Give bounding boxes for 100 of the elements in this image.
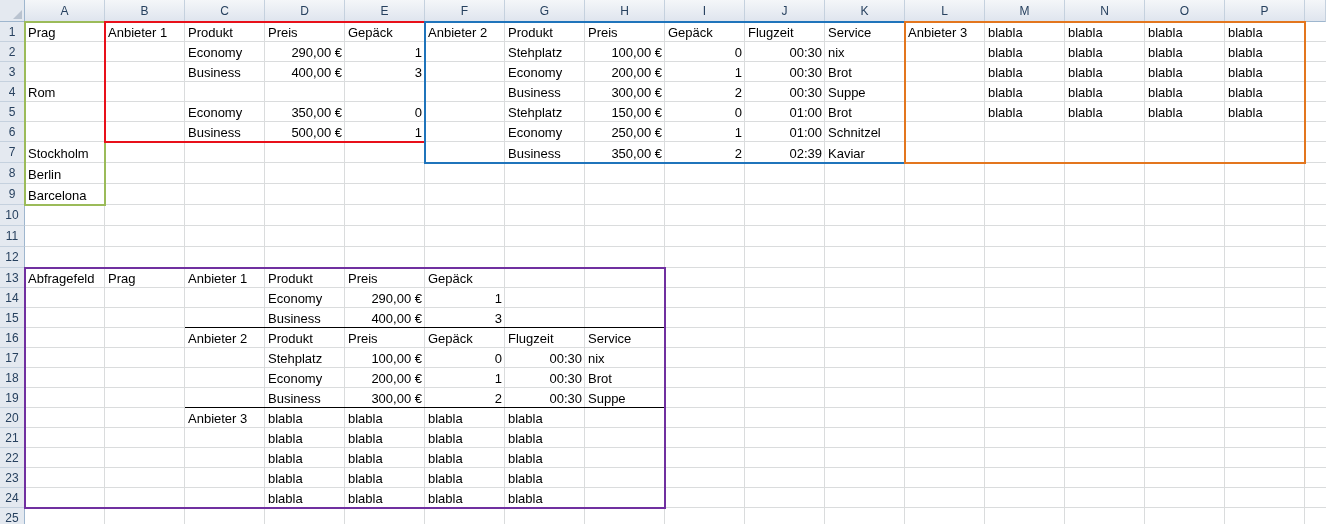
table-cell-text: Anbieter 3 — [187, 410, 249, 428]
table-cell-text: blabla — [267, 410, 304, 428]
column-header[interactable]: J — [745, 0, 825, 22]
column-header[interactable]: K — [825, 0, 905, 22]
table-cell-text: 300,00 € — [610, 84, 663, 102]
row-header[interactable]: 10 — [0, 205, 25, 226]
table-cell-text: Preis — [347, 270, 379, 288]
row-header[interactable]: 12 — [0, 247, 25, 268]
table-cell-text: 290,00 € — [370, 290, 423, 308]
row-header[interactable]: 22 — [0, 448, 25, 468]
row-header[interactable]: 8 — [0, 163, 25, 184]
row-header[interactable]: 23 — [0, 468, 25, 488]
table-cell-text: nix — [587, 350, 606, 368]
row-header[interactable]: 17 — [0, 348, 25, 368]
column-header[interactable]: G — [505, 0, 585, 22]
table-cell-text: Kaviar — [827, 145, 866, 163]
row-header[interactable]: 18 — [0, 368, 25, 388]
table-cell-text: 200,00 € — [610, 64, 663, 82]
table-cell-text: 150,00 € — [610, 104, 663, 122]
table-cell-text: Suppe — [587, 390, 627, 408]
table-cell-text: 01:00 — [788, 104, 823, 122]
table-cell-text: blabla — [347, 490, 384, 508]
table-cell-text: blabla — [507, 410, 544, 428]
table-cell-text: Gepäck — [347, 24, 394, 42]
table-cell-text: blabla — [1147, 84, 1184, 102]
table-cell-text: blabla — [1067, 24, 1104, 42]
row-header[interactable]: 6 — [0, 122, 25, 142]
column-header[interactable]: H — [585, 0, 665, 22]
table-cell-text: blabla — [427, 450, 464, 468]
table-cell-text: 2 — [733, 84, 743, 102]
row-header[interactable]: 7 — [0, 142, 25, 163]
column-header[interactable]: N — [1065, 0, 1145, 22]
table-cell-text: 350,00 € — [290, 104, 343, 122]
table-cell-text: blabla — [1147, 44, 1184, 62]
table-cell-text: Brot — [827, 64, 853, 82]
row-header[interactable]: 21 — [0, 428, 25, 448]
table-cell-text: blabla — [507, 490, 544, 508]
table-cell-text: Anbieter 3 — [907, 24, 969, 42]
table-cell-text: 00:30 — [548, 370, 583, 388]
table-cell-text: 500,00 € — [290, 124, 343, 142]
table-cell-text: Produkt — [267, 330, 314, 348]
row-header[interactable]: 3 — [0, 62, 25, 82]
table-cell-text: blabla — [1067, 104, 1104, 122]
table-cell-text: Stockholm — [27, 145, 90, 163]
table-cell-text: Economy — [187, 104, 244, 122]
row-header[interactable]: 1 — [0, 22, 25, 42]
row-header[interactable]: 5 — [0, 102, 25, 122]
table-cell-text: 0 — [733, 104, 743, 122]
table-cell-text: Stehplatz — [507, 44, 564, 62]
column-header[interactable]: B — [105, 0, 185, 22]
row-header[interactable]: 25 — [0, 508, 25, 524]
row-header[interactable]: 9 — [0, 184, 25, 205]
table-cell-text: Stehplatz — [507, 104, 564, 122]
table-cell-text: 2 — [733, 145, 743, 163]
table-cell-text: blabla — [507, 430, 544, 448]
table-cell-text: blabla — [427, 490, 464, 508]
table-cell-text: Suppe — [827, 84, 867, 102]
table-cell-text: 00:30 — [788, 84, 823, 102]
table-cell-text: Flugzeit — [507, 330, 555, 348]
table-cell-text: blabla — [347, 430, 384, 448]
column-header[interactable]: D — [265, 0, 345, 22]
table-cell-text: Economy — [507, 64, 564, 82]
column-header[interactable]: I — [665, 0, 745, 22]
column-header[interactable]: M — [985, 0, 1065, 22]
row-header[interactable]: 24 — [0, 488, 25, 508]
table-cell-text: Business — [507, 84, 562, 102]
column-header[interactable]: C — [185, 0, 265, 22]
row-header[interactable]: 16 — [0, 328, 25, 348]
table-cell-text: Rom — [27, 84, 57, 102]
table-cell-text: 00:30 — [788, 44, 823, 62]
column-header[interactable]: E — [345, 0, 425, 22]
select-all-button[interactable] — [0, 0, 25, 22]
table-cell-text: Service — [827, 24, 873, 42]
table-cell-text: blabla — [347, 410, 384, 428]
table-cell-text: 400,00 € — [290, 64, 343, 82]
table-cell-text: 100,00 € — [370, 350, 423, 368]
column-header[interactable] — [1305, 0, 1326, 22]
row-header[interactable]: 14 — [0, 288, 25, 308]
column-header[interactable]: A — [25, 0, 105, 22]
table-cell-text: 300,00 € — [370, 390, 423, 408]
table-cell-text: 0 — [493, 350, 503, 368]
row-header[interactable]: 2 — [0, 42, 25, 62]
table-cell-text: Preis — [267, 24, 299, 42]
row-header[interactable]: 20 — [0, 408, 25, 428]
row-header[interactable]: 19 — [0, 388, 25, 408]
table-cell-text: blabla — [987, 84, 1024, 102]
row-header[interactable]: 13 — [0, 268, 25, 288]
table-cell-text: blabla — [1227, 84, 1264, 102]
column-header[interactable]: O — [1145, 0, 1225, 22]
row-header[interactable]: 11 — [0, 226, 25, 247]
table-cell-text: Gepäck — [427, 270, 474, 288]
table-cell-text: 00:30 — [548, 390, 583, 408]
column-header[interactable]: P — [1225, 0, 1305, 22]
table-cell-text: blabla — [1147, 24, 1184, 42]
row-header[interactable]: 15 — [0, 308, 25, 328]
table-cell-text: blabla — [987, 104, 1024, 122]
column-header[interactable]: L — [905, 0, 985, 22]
row-header[interactable]: 4 — [0, 82, 25, 102]
table-cell-text: 200,00 € — [370, 370, 423, 388]
column-header[interactable]: F — [425, 0, 505, 22]
